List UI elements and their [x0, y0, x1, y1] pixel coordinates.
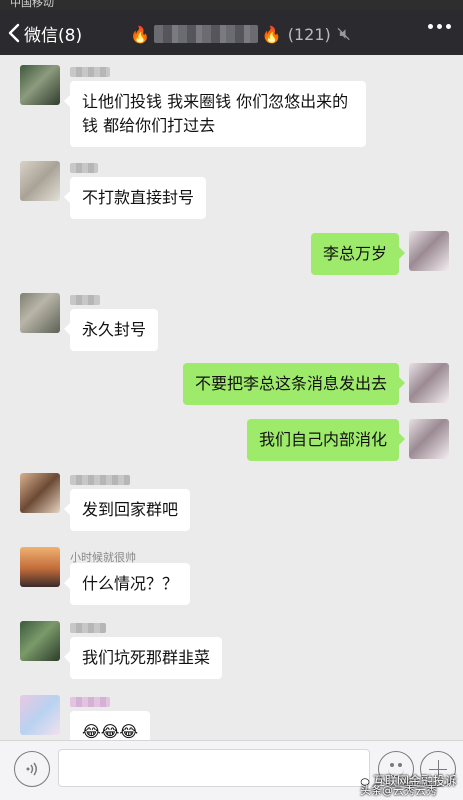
- mute-icon: [337, 27, 350, 41]
- message-bubble-self[interactable]: 不要把李总这条消息发出去: [182, 363, 406, 405]
- avatar[interactable]: [20, 473, 60, 513]
- nickname-blurred: [70, 623, 106, 633]
- nickname-blurred: [70, 67, 110, 77]
- emoji-icon: [390, 763, 394, 767]
- avatar-self[interactable]: [409, 363, 449, 403]
- carrier-label: 中国移动: [10, 0, 54, 9]
- nickname-blurred: [70, 475, 130, 485]
- more-icon[interactable]: [428, 24, 451, 29]
- chat-area[interactable]: 让他们投钱 我来圈钱 你们忽悠出来的 钱 都给你们打过去 不打款直接封号 李总万…: [0, 55, 463, 740]
- chevron-left-icon: [8, 23, 20, 43]
- avatar[interactable]: [20, 547, 60, 587]
- flame-icon: 🔥: [261, 24, 282, 44]
- avatar[interactable]: [20, 161, 60, 201]
- nickname: 小时候就很帅: [70, 551, 136, 564]
- message-bubble[interactable]: 发到回家群吧: [63, 489, 191, 531]
- watermark-line2: 头条@云秀云秀: [360, 784, 437, 797]
- nickname-blurred: [70, 697, 110, 707]
- avatar-self[interactable]: [409, 419, 449, 459]
- message-bubble[interactable]: 永久封号: [63, 309, 159, 351]
- message-bubble[interactable]: 我们坑死那群韭菜: [63, 637, 223, 679]
- message-bubble-self[interactable]: 我们自己内部消化: [246, 419, 406, 461]
- message-bubble[interactable]: 不打款直接封号: [63, 177, 207, 219]
- avatar[interactable]: [20, 621, 60, 661]
- voice-icon: [26, 762, 37, 776]
- status-bar: 中国移动: [0, 0, 463, 10]
- member-count: (121): [287, 24, 331, 44]
- flame-icon: 🔥: [130, 24, 150, 44]
- emoji-message: 😂😂😂: [82, 722, 139, 740]
- back-button[interactable]: 微信(8): [8, 19, 82, 47]
- nav-bar: 微信(8) 🔥 🔥 (121): [0, 10, 463, 55]
- avatar-self[interactable]: [409, 231, 449, 271]
- nickname-blurred: [70, 163, 98, 173]
- avatar[interactable]: [20, 65, 60, 105]
- watermark: 互联网金融投诉 头条@云秀云秀: [354, 772, 457, 797]
- message-bubble-self[interactable]: 李总万岁: [310, 233, 406, 275]
- back-label: 微信(8): [24, 25, 83, 46]
- message-bubble[interactable]: 😂😂😂: [70, 711, 151, 740]
- avatar[interactable]: [20, 293, 60, 333]
- blurred-group-name: [153, 25, 258, 43]
- nickname-blurred: [70, 295, 100, 305]
- message-bubble[interactable]: 什么情况？？: [63, 563, 191, 605]
- voice-button[interactable]: [14, 751, 50, 787]
- message-input[interactable]: [58, 749, 370, 787]
- message-bubble[interactable]: 让他们投钱 我来圈钱 你们忽悠出来的 钱 都给你们打过去: [64, 81, 366, 147]
- avatar[interactable]: [20, 695, 60, 735]
- chat-title[interactable]: 🔥 🔥 (121): [130, 21, 350, 47]
